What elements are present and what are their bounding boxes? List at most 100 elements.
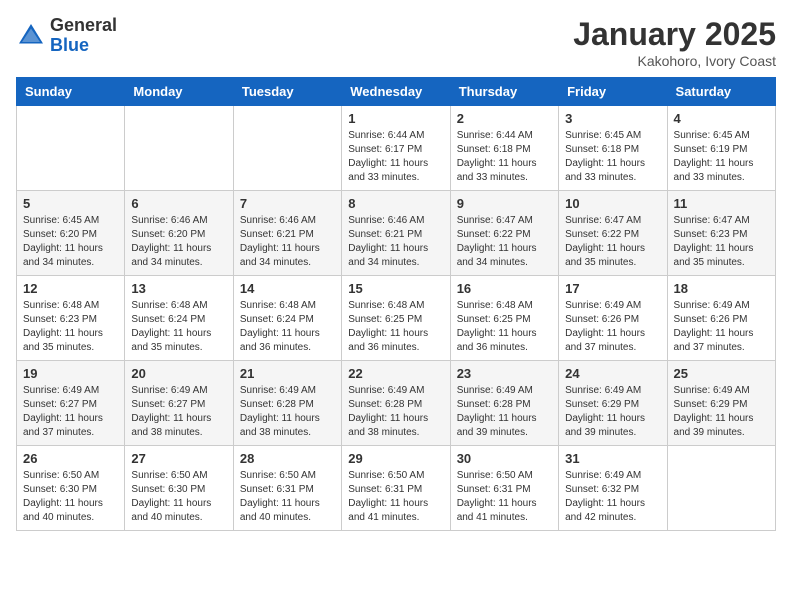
day-info: Sunrise: 6:50 AM Sunset: 6:31 PM Dayligh… <box>348 469 443 525</box>
day-number: 18 <box>674 281 769 296</box>
calendar-cell: 16 Sunrise: 6:48 AM Sunset: 6:25 PM Dayli… <box>450 276 558 361</box>
day-number: 24 <box>565 366 660 381</box>
day-info: Sunrise: 6:49 AM Sunset: 6:32 PM Dayligh… <box>565 469 660 525</box>
day-info: Sunrise: 6:50 AM Sunset: 6:30 PM Dayligh… <box>131 469 226 525</box>
location-text: Kakohoro, Ivory Coast <box>573 53 776 69</box>
month-title: January 2025 <box>573 16 776 53</box>
day-number: 14 <box>240 281 335 296</box>
day-info: Sunrise: 6:49 AM Sunset: 6:28 PM Dayligh… <box>348 384 443 440</box>
calendar-week-row: 19 Sunrise: 6:49 AM Sunset: 6:27 PM Dayli… <box>17 361 776 446</box>
calendar-cell: 30 Sunrise: 6:50 AM Sunset: 6:31 PM Dayli… <box>450 446 558 531</box>
logo-blue-text: Blue <box>50 35 89 55</box>
day-number: 6 <box>131 196 226 211</box>
day-number: 29 <box>348 451 443 466</box>
calendar-week-row: 12 Sunrise: 6:48 AM Sunset: 6:23 PM Dayli… <box>17 276 776 361</box>
calendar-cell: 21 Sunrise: 6:49 AM Sunset: 6:28 PM Dayli… <box>233 361 341 446</box>
calendar-cell: 4 Sunrise: 6:45 AM Sunset: 6:19 PM Daylig… <box>667 106 775 191</box>
calendar-cell: 25 Sunrise: 6:49 AM Sunset: 6:29 PM Dayli… <box>667 361 775 446</box>
day-info: Sunrise: 6:49 AM Sunset: 6:28 PM Dayligh… <box>240 384 335 440</box>
calendar-cell: 2Sunrise: 6:44 AM Sunset: 6:18 PM Daylig… <box>450 106 558 191</box>
weekday-header-sunday: Sunday <box>17 78 125 106</box>
weekday-header-monday: Monday <box>125 78 233 106</box>
day-info: Sunrise: 6:47 AM Sunset: 6:22 PM Dayligh… <box>565 214 660 270</box>
calendar-cell: 28Sunrise: 6:50 AM Sunset: 6:31 PM Dayli… <box>233 446 341 531</box>
day-info: Sunrise: 6:50 AM Sunset: 6:31 PM Dayligh… <box>457 469 552 525</box>
day-info: Sunrise: 6:45 AM Sunset: 6:18 PM Dayligh… <box>565 129 660 185</box>
day-info: Sunrise: 6:49 AM Sunset: 6:26 PM Dayligh… <box>674 299 769 355</box>
day-number: 23 <box>457 366 552 381</box>
calendar-cell <box>17 106 125 191</box>
calendar-cell: 8 Sunrise: 6:46 AM Sunset: 6:21 PM Daylig… <box>342 191 450 276</box>
calendar-cell: 26Sunrise: 6:50 AM Sunset: 6:30 PM Dayli… <box>17 446 125 531</box>
calendar-cell <box>125 106 233 191</box>
day-number: 12 <box>23 281 118 296</box>
calendar-cell: 24 Sunrise: 6:49 AM Sunset: 6:29 PM Dayli… <box>559 361 667 446</box>
calendar-cell: 12 Sunrise: 6:48 AM Sunset: 6:23 PM Dayli… <box>17 276 125 361</box>
calendar-cell: 18 Sunrise: 6:49 AM Sunset: 6:26 PM Dayli… <box>667 276 775 361</box>
day-info: Sunrise: 6:44 AM Sunset: 6:18 PM Dayligh… <box>457 129 552 185</box>
calendar-cell: 15 Sunrise: 6:48 AM Sunset: 6:25 PM Dayli… <box>342 276 450 361</box>
calendar-cell: 17 Sunrise: 6:49 AM Sunset: 6:26 PM Dayli… <box>559 276 667 361</box>
day-number: 16 <box>457 281 552 296</box>
calendar-cell: 22 Sunrise: 6:49 AM Sunset: 6:28 PM Dayli… <box>342 361 450 446</box>
day-number: 19 <box>23 366 118 381</box>
weekday-header-friday: Friday <box>559 78 667 106</box>
calendar-cell: 6 Sunrise: 6:46 AM Sunset: 6:20 PM Daylig… <box>125 191 233 276</box>
day-number: 25 <box>674 366 769 381</box>
calendar-header: SundayMondayTuesdayWednesdayThursdayFrid… <box>17 78 776 106</box>
day-number: 20 <box>131 366 226 381</box>
calendar-cell: 5Sunrise: 6:45 AM Sunset: 6:20 PM Daylig… <box>17 191 125 276</box>
day-info: Sunrise: 6:46 AM Sunset: 6:20 PM Dayligh… <box>131 214 226 270</box>
day-number: 4 <box>674 111 769 126</box>
title-block: January 2025 Kakohoro, Ivory Coast <box>573 16 776 69</box>
day-number: 5 <box>23 196 118 211</box>
weekday-header-row: SundayMondayTuesdayWednesdayThursdayFrid… <box>17 78 776 106</box>
day-info: Sunrise: 6:48 AM Sunset: 6:24 PM Dayligh… <box>240 299 335 355</box>
calendar-week-row: 1 Sunrise: 6:44 AM Sunset: 6:17 PM Daylig… <box>17 106 776 191</box>
day-number: 1 <box>348 111 443 126</box>
day-info: Sunrise: 6:46 AM Sunset: 6:21 PM Dayligh… <box>240 214 335 270</box>
calendar-cell: 20 Sunrise: 6:49 AM Sunset: 6:27 PM Dayli… <box>125 361 233 446</box>
day-info: Sunrise: 6:45 AM Sunset: 6:19 PM Dayligh… <box>674 129 769 185</box>
day-info: Sunrise: 6:48 AM Sunset: 6:25 PM Dayligh… <box>348 299 443 355</box>
day-info: Sunrise: 6:48 AM Sunset: 6:25 PM Dayligh… <box>457 299 552 355</box>
day-info: Sunrise: 6:44 AM Sunset: 6:17 PM Dayligh… <box>348 129 443 185</box>
day-info: Sunrise: 6:49 AM Sunset: 6:27 PM Dayligh… <box>131 384 226 440</box>
calendar-cell: 19 Sunrise: 6:49 AM Sunset: 6:27 PM Dayli… <box>17 361 125 446</box>
day-number: 15 <box>348 281 443 296</box>
calendar-cell: 29 Sunrise: 6:50 AM Sunset: 6:31 PM Dayli… <box>342 446 450 531</box>
weekday-header-wednesday: Wednesday <box>342 78 450 106</box>
calendar-cell: 14 Sunrise: 6:48 AM Sunset: 6:24 PM Dayli… <box>233 276 341 361</box>
day-number: 26 <box>23 451 118 466</box>
calendar-cell: 9Sunrise: 6:47 AM Sunset: 6:22 PM Daylig… <box>450 191 558 276</box>
day-info: Sunrise: 6:46 AM Sunset: 6:21 PM Dayligh… <box>348 214 443 270</box>
day-info: Sunrise: 6:49 AM Sunset: 6:29 PM Dayligh… <box>565 384 660 440</box>
calendar-cell: 31Sunrise: 6:49 AM Sunset: 6:32 PM Dayli… <box>559 446 667 531</box>
day-number: 22 <box>348 366 443 381</box>
calendar-body: 1 Sunrise: 6:44 AM Sunset: 6:17 PM Daylig… <box>17 106 776 531</box>
calendar-week-row: 26 Sunrise: 6:50 AM Sunset: 6:30 PM Dayli… <box>17 446 776 531</box>
day-number: 17 <box>565 281 660 296</box>
calendar-cell: 23Sunrise: 6:49 AM Sunset: 6:28 PM Dayli… <box>450 361 558 446</box>
day-number: 9 <box>457 196 552 211</box>
logo-general-text: General <box>50 15 117 35</box>
logo-icon <box>16 21 46 51</box>
day-info: Sunrise: 6:49 AM Sunset: 6:29 PM Dayligh… <box>674 384 769 440</box>
weekday-header-saturday: Saturday <box>667 78 775 106</box>
calendar-cell: 13Sunrise: 6:48 AM Sunset: 6:24 PM Dayli… <box>125 276 233 361</box>
day-number: 28 <box>240 451 335 466</box>
calendar-table: SundayMondayTuesdayWednesdayThursdayFrid… <box>16 77 776 531</box>
day-number: 30 <box>457 451 552 466</box>
calendar-cell: 3Sunrise: 6:45 AM Sunset: 6:18 PM Daylig… <box>559 106 667 191</box>
logo: General Blue <box>16 16 117 56</box>
day-number: 8 <box>348 196 443 211</box>
day-info: Sunrise: 6:49 AM Sunset: 6:27 PM Dayligh… <box>23 384 118 440</box>
day-number: 10 <box>565 196 660 211</box>
calendar-cell: 11Sunrise: 6:47 AM Sunset: 6:23 PM Dayli… <box>667 191 775 276</box>
day-info: Sunrise: 6:49 AM Sunset: 6:26 PM Dayligh… <box>565 299 660 355</box>
calendar-cell <box>233 106 341 191</box>
day-info: Sunrise: 6:48 AM Sunset: 6:23 PM Dayligh… <box>23 299 118 355</box>
calendar-cell: 27Sunrise: 6:50 AM Sunset: 6:30 PM Dayli… <box>125 446 233 531</box>
day-number: 21 <box>240 366 335 381</box>
day-number: 11 <box>674 196 769 211</box>
